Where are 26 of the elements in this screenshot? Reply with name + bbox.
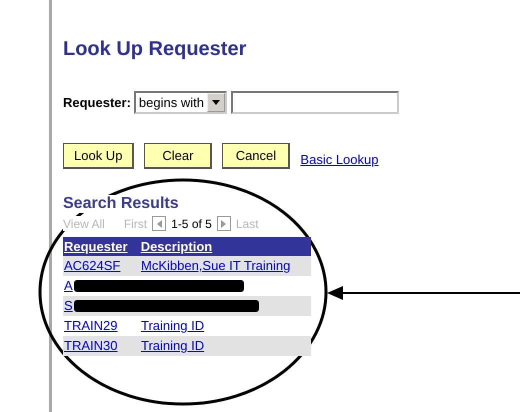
result-row[interactable]: S bbox=[63, 296, 311, 316]
basic-lookup-link[interactable]: Basic Lookup bbox=[300, 152, 378, 167]
requester-cell[interactable]: TRAIN30 bbox=[63, 336, 140, 356]
result-row[interactable]: TRAIN30 Training ID bbox=[63, 336, 311, 356]
requester-cell[interactable]: A bbox=[63, 276, 74, 296]
caret-icon bbox=[206, 93, 225, 112]
action-button[interactable]: Cancel bbox=[222, 143, 290, 169]
action-button[interactable]: Clear bbox=[144, 143, 212, 169]
requester-cell[interactable]: S bbox=[63, 296, 74, 316]
page-range: 1-5 of 5 bbox=[171, 216, 212, 230]
column-header[interactable]: Description bbox=[140, 237, 311, 256]
requester-input[interactable] bbox=[230, 91, 399, 114]
requester-cell[interactable]: TRAIN29 bbox=[63, 316, 140, 336]
operator-dropdown[interactable]: begins with bbox=[134, 91, 227, 114]
previous-icon[interactable] bbox=[152, 216, 166, 231]
description-cell[interactable]: Training ID bbox=[140, 336, 206, 356]
result-row[interactable]: AC624SF McKibben,Sue IT Training bbox=[63, 256, 311, 276]
description-cell[interactable]: McKibben,Sue IT Training bbox=[140, 256, 292, 276]
page-title: Look Up Requester bbox=[63, 38, 246, 61]
results-title: Search Results bbox=[63, 195, 179, 213]
requester-label: Requester: bbox=[63, 95, 131, 110]
next-icon[interactable] bbox=[216, 216, 231, 231]
description-cell[interactable]: Training ID bbox=[140, 316, 206, 336]
action-button[interactable]: Look Up bbox=[63, 143, 134, 169]
requester-cell[interactable]: AC624SF bbox=[63, 256, 140, 276]
column-header[interactable]: Requester bbox=[63, 237, 140, 256]
